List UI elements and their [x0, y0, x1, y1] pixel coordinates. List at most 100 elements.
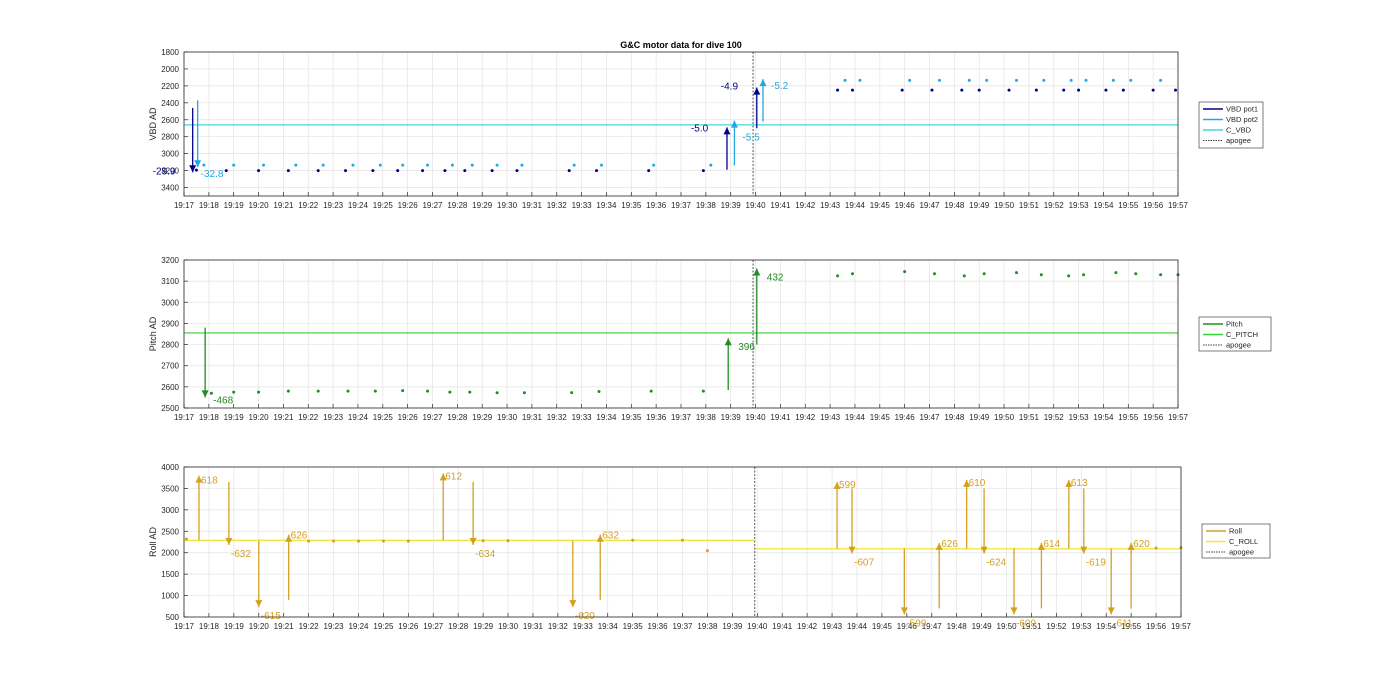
- vbd-pot2-point: [1084, 78, 1088, 82]
- data-point: [506, 539, 510, 543]
- y-tick-label: 2800: [161, 341, 179, 350]
- x-tick-label: 19:23: [324, 622, 345, 631]
- x-tick-label: 19:28: [448, 622, 469, 631]
- x-tick-label: 19:53: [1071, 622, 1092, 631]
- vbd-pot1-point: [421, 169, 425, 173]
- move-label: -619: [1086, 558, 1106, 569]
- x-tick-label: 19:37: [672, 622, 693, 631]
- x-tick-label: 19:57: [1171, 622, 1192, 631]
- data-point: [307, 539, 311, 543]
- x-tick-label: 19:45: [870, 413, 891, 422]
- x-tick-label: 19:22: [299, 622, 320, 631]
- y-tick-label: 2600: [161, 116, 179, 125]
- data-point: [1134, 272, 1138, 276]
- vbd-pot1-point: [977, 88, 981, 92]
- x-tick-label: 19:51: [1019, 413, 1040, 422]
- x-tick-label: 19:54: [1093, 413, 1114, 422]
- x-tick-label: 19:38: [697, 622, 718, 631]
- x-tick-label: 19:56: [1143, 413, 1164, 422]
- x-tick-label: 19:25: [373, 201, 394, 210]
- data-point: [184, 537, 188, 541]
- x-tick-label: 19:32: [547, 413, 568, 422]
- vbd-pot2-point: [262, 163, 266, 167]
- x-tick-label: 19:42: [795, 201, 816, 210]
- data-point: [468, 390, 472, 394]
- y-axis-label: Pitch AD: [148, 316, 158, 351]
- x-tick-label: 19:33: [573, 622, 594, 631]
- x-tick-label: 19:33: [572, 201, 593, 210]
- data-point: [495, 391, 499, 395]
- y-tick-label: 3200: [161, 256, 179, 265]
- move-label: -32.8: [201, 169, 224, 180]
- x-tick-label: 19:30: [497, 201, 518, 210]
- x-tick-label: 19:27: [422, 201, 443, 210]
- data-point: [1159, 273, 1163, 277]
- x-tick-label: 19:20: [249, 413, 270, 422]
- y-tick-label: 3000: [161, 506, 179, 515]
- x-tick-label: 19:36: [646, 413, 667, 422]
- vbd-pot1-point: [463, 169, 467, 173]
- data-point: [681, 538, 684, 542]
- move-label: -599: [906, 618, 926, 629]
- x-tick-label: 19:24: [348, 201, 369, 210]
- data-point: [982, 272, 986, 276]
- x-tick-label: 19:56: [1146, 622, 1167, 631]
- data-point: [316, 389, 320, 393]
- x-tick-label: 19:53: [1069, 413, 1090, 422]
- x-tick-label: 19:50: [997, 622, 1018, 631]
- x-tick-label: 19:30: [498, 622, 519, 631]
- move-label: 614: [1043, 539, 1060, 550]
- x-tick-label: 19:26: [398, 201, 419, 210]
- vbd-pot2-point: [1042, 78, 1046, 82]
- vbd-pot2-point: [232, 163, 236, 167]
- move-label: 599: [839, 480, 856, 491]
- data-point: [570, 391, 574, 395]
- x-tick-label: 19:23: [323, 201, 344, 210]
- x-tick-label: 19:50: [994, 413, 1015, 422]
- move-label: -4.9: [721, 82, 739, 93]
- move-label: 618: [201, 476, 218, 487]
- x-tick-label: 19:19: [224, 201, 245, 210]
- x-tick-label: 19:36: [648, 622, 669, 631]
- x-tick-label: 19:48: [944, 413, 965, 422]
- legend-entry: C_PITCH: [1226, 330, 1258, 339]
- x-tick-label: 19:57: [1168, 201, 1189, 210]
- x-tick-label: 19:40: [746, 201, 767, 210]
- data-point: [522, 391, 526, 395]
- y-axis-label: Roll AD: [148, 526, 158, 557]
- move-label: 620: [1133, 539, 1150, 550]
- data-point: [401, 389, 405, 393]
- x-tick-label: 19:28: [447, 201, 468, 210]
- x-tick-label: 19:24: [348, 622, 369, 631]
- move-label: 632: [602, 531, 619, 542]
- x-tick-label: 19:32: [548, 622, 569, 631]
- x-tick-label: 19:51: [1019, 201, 1040, 210]
- data-point: [332, 539, 336, 543]
- move-label: -468: [213, 395, 233, 406]
- data-point: [1067, 274, 1071, 278]
- vbd-pot2-point: [495, 163, 499, 167]
- x-tick-label: 19:31: [523, 622, 544, 631]
- data-point: [836, 274, 840, 278]
- y-tick-label: 3100: [161, 277, 179, 286]
- move-label: 610: [969, 478, 986, 489]
- x-tick-label: 19:34: [598, 622, 619, 631]
- y-tick-label: 3000: [161, 150, 179, 159]
- vbd-pot2-point: [908, 78, 912, 82]
- move-label: -632: [231, 549, 251, 560]
- x-tick-label: 19:20: [249, 622, 270, 631]
- legend: RollC_ROLLapogee: [1201, 523, 1271, 559]
- x-tick-label: 19:27: [423, 622, 444, 631]
- panel-1: 19:17 19:18 19:19 19:20 19:21 19:22 19:23 19:24…: [148, 40, 1264, 210]
- data-point: [481, 539, 485, 543]
- x-tick-label: 19:29: [473, 622, 494, 631]
- data-point: [1154, 546, 1158, 550]
- x-tick-label: 19:36: [646, 201, 667, 210]
- x-tick-label: 19:39: [721, 413, 742, 422]
- x-tick-label: 19:21: [274, 622, 295, 631]
- x-tick-label: 19:28: [447, 413, 468, 422]
- vbd-pot1-point: [595, 169, 599, 173]
- x-tick-label: 19:34: [596, 201, 617, 210]
- x-tick-label: 19:34: [596, 413, 617, 422]
- x-tick-label: 19:43: [822, 622, 843, 631]
